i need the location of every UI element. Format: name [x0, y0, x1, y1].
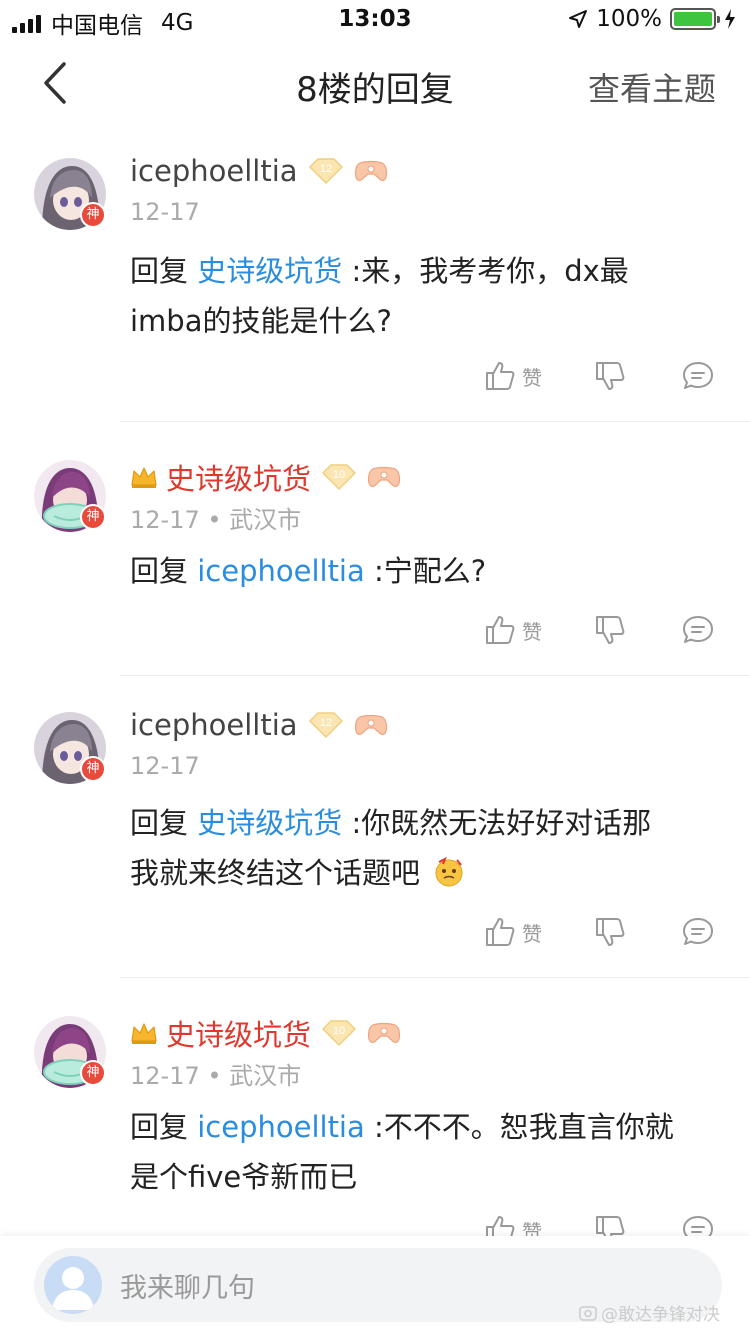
location-arrow-icon [569, 10, 588, 28]
post-date: 12-17 [130, 198, 200, 226]
view-topic-button[interactable]: 查看主题 [588, 64, 716, 110]
comment-text: 回复 史诗级坑货 :来，我考考你，dx最 imba的技能是什么? [130, 254, 629, 338]
diamond-level-icon: 10 [321, 1020, 357, 1047]
thumbs-up-icon [486, 918, 515, 946]
divider [120, 675, 750, 676]
comment-bubble-icon [683, 918, 713, 945]
charging-bolt-icon [725, 9, 735, 29]
crown-icon [131, 1023, 157, 1044]
like-button[interactable]: 赞 [484, 614, 542, 646]
thumbs-down-icon [596, 362, 625, 390]
comment-text: 回复 icephoelltia :不不不。恕我直言你就 是个five爷新而已 [130, 1110, 674, 1194]
comment-item: 神 icephoelltia 12 12-17 回复 史诗级坑货 :你既然无法好… [0, 704, 750, 978]
reply-thread-page: 中国电信 4G 13:03 100% 8楼的回复 查看主题 神 icephoel… [0, 0, 750, 1334]
comment-item: 神 史诗级坑货 10 12-17 • 武汉市 回复 icephoelltia :… [0, 452, 750, 676]
reply-button[interactable] [682, 614, 714, 646]
username[interactable]: 史诗级坑货 [166, 1012, 311, 1054]
post-date: 12-17 [130, 1062, 200, 1090]
divider [120, 977, 750, 978]
reply-input-bar: 我来聊几句 @敢达争锋对决 [0, 1236, 750, 1334]
like-button[interactable]: 赞 [484, 360, 542, 392]
comment-bubble-icon [683, 362, 713, 389]
watermark: @敢达争锋对决 [579, 1300, 720, 1325]
comment-item: 神 icephoelltia 12 12-17 回复 史诗级坑货 :来，我考考你… [0, 150, 750, 422]
gamepad-icon [367, 466, 401, 488]
level-number: 12 [319, 163, 331, 175]
god-badge: 神 [80, 504, 106, 530]
username[interactable]: 史诗级坑货 [166, 456, 311, 498]
post-location: 武汉市 [229, 506, 302, 534]
mention-link[interactable]: 史诗级坑货 [197, 806, 342, 840]
post-location: 武汉市 [229, 1062, 302, 1090]
thumbs-up-icon [486, 616, 515, 644]
gamepad-icon [367, 1022, 401, 1044]
comment-item: 神 史诗级坑货 10 12-17 • 武汉市 回复 icephoelltia :… [0, 1008, 750, 1248]
meta-separator: • [207, 506, 230, 534]
battery-percentage: 100% [596, 6, 662, 32]
like-label: 赞 [522, 921, 542, 946]
level-number: 10 [333, 1025, 345, 1037]
mention-link[interactable]: 史诗级坑货 [197, 254, 342, 288]
like-label: 赞 [522, 619, 542, 644]
dislike-button[interactable] [594, 916, 626, 948]
thumbs-down-icon [596, 616, 625, 644]
battery-icon [670, 8, 720, 30]
crown-icon [131, 467, 157, 488]
weibo-camera-icon [579, 1305, 597, 1321]
status-bar: 中国电信 4G 13:03 100% [0, 0, 750, 40]
thumbs-down-icon [596, 918, 625, 946]
dislike-button[interactable] [594, 614, 626, 646]
diamond-level-icon: 10 [321, 464, 357, 491]
mention-link[interactable]: icephoelltia [197, 554, 365, 588]
diamond-level-icon: 12 [308, 712, 343, 739]
default-user-icon [52, 1267, 94, 1310]
battery-level [674, 12, 712, 26]
comment-text: 回复 icephoelltia :宁配么? [130, 554, 487, 588]
level-number: 10 [333, 469, 345, 481]
mention-link[interactable]: icephoelltia [197, 1110, 365, 1144]
gamepad-icon [354, 160, 387, 182]
like-button[interactable]: 赞 [484, 916, 542, 948]
dizzy-face-emoji-icon [435, 856, 463, 887]
username[interactable]: icephoelltia [130, 708, 298, 742]
post-date: 12-17 [130, 752, 200, 780]
meta-separator: • [207, 1062, 230, 1090]
divider [120, 421, 750, 422]
post-date: 12-17 [130, 506, 200, 534]
god-badge: 神 [80, 1060, 106, 1086]
reply-button[interactable] [682, 360, 714, 392]
god-badge: 神 [80, 202, 106, 228]
navigation-bar: 8楼的回复 查看主题 [0, 40, 750, 130]
my-avatar [44, 1256, 102, 1314]
god-badge: 神 [80, 756, 106, 782]
comment-text: 回复 史诗级坑货 :你既然无法好好对话那 我就来终结这个话题吧 [130, 806, 652, 890]
level-number: 12 [319, 717, 331, 729]
comment-bubble-icon [683, 616, 713, 643]
gamepad-icon [354, 714, 387, 736]
username[interactable]: icephoelltia [130, 154, 298, 188]
dislike-button[interactable] [594, 360, 626, 392]
diamond-level-icon: 12 [308, 158, 343, 185]
thumbs-up-icon [486, 362, 515, 390]
reply-button[interactable] [682, 916, 714, 948]
like-label: 赞 [522, 365, 542, 390]
reply-input-placeholder: 我来聊几句 [120, 1273, 255, 1304]
